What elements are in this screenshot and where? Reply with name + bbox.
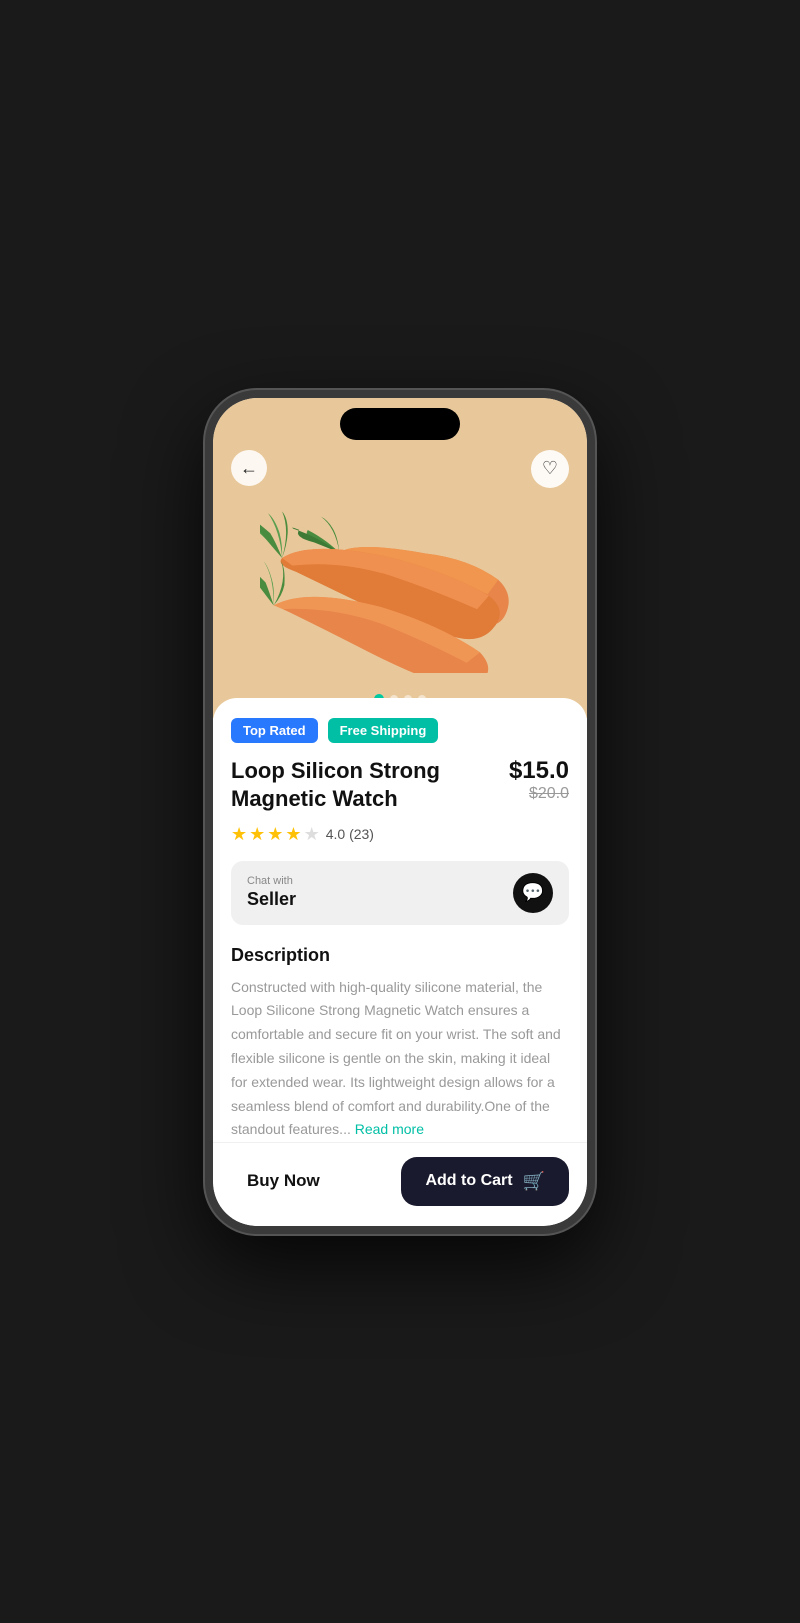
price-block: $15.0 $20.0	[509, 757, 569, 803]
buy-now-button[interactable]: Buy Now	[231, 1161, 336, 1201]
current-price: $15.0	[509, 757, 569, 785]
original-price: $20.0	[509, 785, 569, 803]
star-4: ★	[285, 824, 301, 845]
product-image-section: ← ♡	[213, 398, 587, 718]
cart-icon: 🛒	[523, 1171, 545, 1192]
chat-label: Chat with	[247, 875, 296, 887]
phone-frame: ← ♡	[205, 390, 595, 1234]
add-to-cart-button[interactable]: Add to Cart 🛒	[401, 1157, 569, 1206]
seller-name: Seller	[247, 889, 296, 909]
chat-with-seller[interactable]: Chat with Seller 💬	[231, 861, 569, 925]
stars: ★ ★ ★ ★ ★	[231, 824, 320, 845]
description-heading: Description	[231, 945, 569, 966]
product-image	[260, 473, 540, 673]
free-shipping-badge: Free Shipping	[328, 718, 439, 743]
star-3: ★	[267, 824, 283, 845]
top-rated-badge: Top Rated	[231, 718, 318, 743]
read-more-link[interactable]: Read more	[355, 1121, 424, 1137]
badges-row: Top Rated Free Shipping	[231, 718, 569, 743]
back-button[interactable]: ←	[231, 450, 267, 486]
description-text: Constructed with high-quality silicone m…	[231, 976, 569, 1143]
star-5: ★	[304, 824, 320, 845]
star-2: ★	[249, 824, 265, 845]
rating-row: ★ ★ ★ ★ ★ 4.0 (23)	[231, 824, 569, 845]
product-header: Loop Silicon Strong Magnetic Watch $15.0…	[231, 757, 569, 814]
dynamic-island	[340, 408, 460, 440]
chat-icon-button[interactable]: 💬	[513, 873, 553, 913]
product-title: Loop Silicon Strong Magnetic Watch	[231, 757, 509, 814]
rating-text: 4.0 (23)	[326, 826, 374, 842]
star-1: ★	[231, 824, 247, 845]
wishlist-button[interactable]: ♡	[531, 450, 569, 488]
heart-icon: ♡	[542, 458, 558, 479]
chat-seller-info: Chat with Seller	[247, 875, 296, 910]
chat-message-icon: 💬	[522, 882, 544, 903]
add-to-cart-label: Add to Cart	[425, 1172, 512, 1190]
back-arrow-icon: ←	[240, 459, 258, 477]
bottom-action-bar: Buy Now Add to Cart 🛒	[213, 1142, 587, 1226]
phone-screen: ← ♡	[213, 398, 587, 1226]
